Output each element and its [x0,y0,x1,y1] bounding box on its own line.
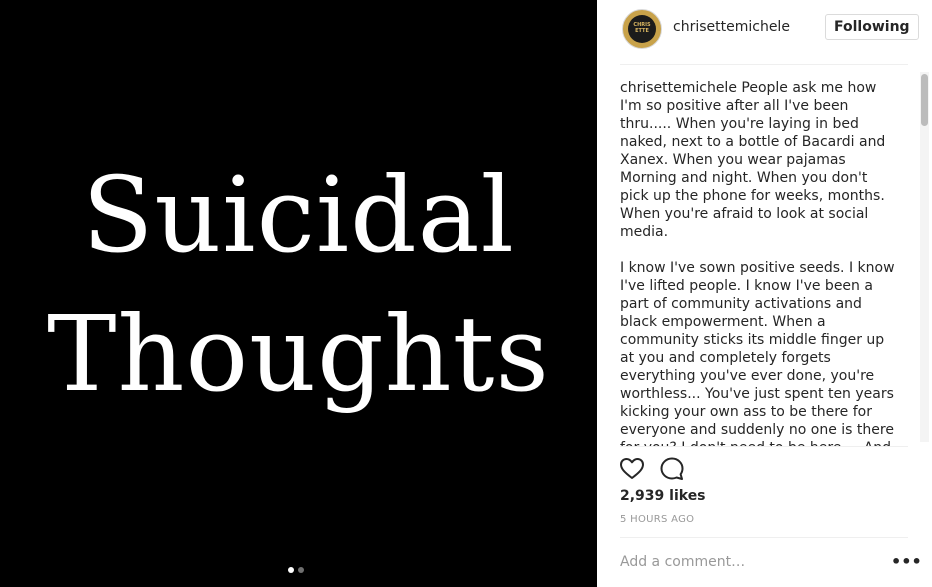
comment-input[interactable] [620,550,870,574]
divider [620,537,908,538]
media-text-line2: Thoughts [47,293,550,415]
header-username[interactable]: chrisettemichele [673,19,790,35]
like-count[interactable]: 2,939 likes [620,488,706,504]
caption-scroll-area[interactable]: chrisettemichele People ask me how I'm s… [620,79,896,446]
carousel-indicator [288,567,304,573]
following-button[interactable]: Following [825,14,919,40]
caption-scrollbar[interactable] [920,72,929,442]
avatar[interactable]: CHRIS ETTE [622,9,662,49]
post-sidebar: CHRIS ETTE chrisettemichele Following chr… [597,0,932,587]
divider [620,446,908,447]
post-actions [619,456,685,482]
post-media[interactable]: Suicidal Thoughts [0,0,597,587]
caption-paragraph-1: chrisettemichele People ask me how I'm s… [620,79,896,241]
heart-icon[interactable] [619,456,645,482]
post-timestamp[interactable]: 5 HOURS AGO [620,514,694,525]
avatar-logo: CHRIS ETTE [628,15,656,43]
caption-text-1: People ask me how I'm so positive after … [620,80,886,240]
post-header: CHRIS ETTE chrisettemichele Following [597,0,932,60]
caption-paragraph-2: I know I've sown positive seeds. I know … [620,260,895,446]
comment-icon[interactable] [659,456,685,482]
scrollbar-thumb[interactable] [921,74,928,126]
caption-username[interactable]: chrisettemichele [620,80,737,96]
divider [620,64,908,65]
caption: chrisettemichele People ask me how I'm s… [620,79,896,446]
avatar-logo-text: CHRIS ETTE [633,22,651,34]
more-options-button[interactable]: ••• [891,552,922,572]
media-text-line1: Suicidal [82,154,515,276]
carousel-dot[interactable] [298,567,304,573]
carousel-dot-active[interactable] [288,567,294,573]
